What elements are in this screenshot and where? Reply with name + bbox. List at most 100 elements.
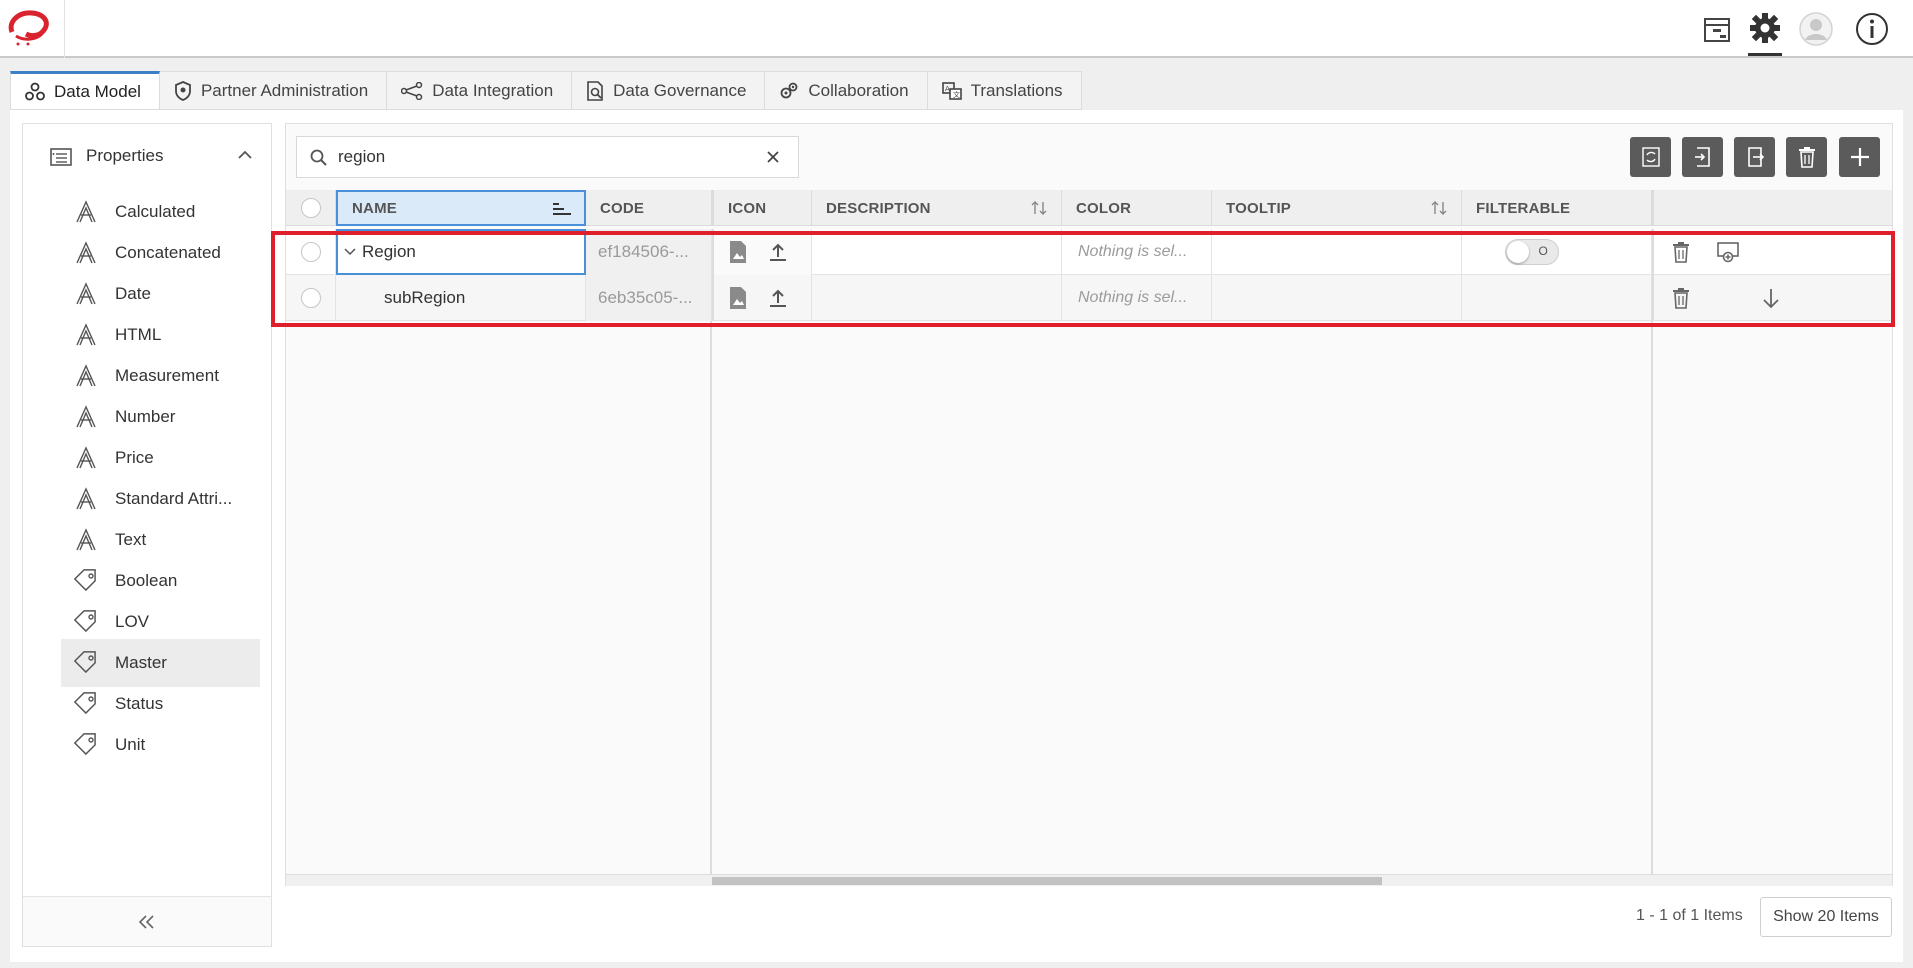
select-all-radio[interactable] bbox=[300, 198, 321, 218]
settings-gear-icon[interactable] bbox=[1748, 10, 1782, 56]
sidebar-item-label: Calculated bbox=[115, 202, 196, 221]
name-cell[interactable]: subRegion bbox=[336, 275, 586, 321]
tab-label: Data Integration bbox=[432, 80, 554, 100]
column-label: CODE bbox=[600, 199, 645, 217]
column-header-icon[interactable]: ICON bbox=[712, 190, 812, 226]
user-avatar-icon[interactable] bbox=[1799, 12, 1833, 46]
refresh-button[interactable] bbox=[1630, 137, 1671, 177]
column-header-code[interactable]: CODE bbox=[586, 190, 712, 226]
column-label: DESCRIPTION bbox=[826, 199, 931, 217]
sort-list-icon[interactable] bbox=[552, 202, 572, 220]
filterable-cell bbox=[1462, 275, 1652, 321]
export-button[interactable] bbox=[1734, 137, 1775, 177]
name-cell[interactable]: Region bbox=[336, 229, 586, 275]
code-cell: ef184506-... bbox=[586, 229, 712, 275]
tab-data-model[interactable]: Data Model bbox=[10, 71, 160, 110]
export-icon bbox=[1747, 147, 1764, 167]
sidebar-item-label: Boolean bbox=[115, 571, 178, 590]
row-select-cell bbox=[286, 275, 336, 321]
sidebar-item-label: Text bbox=[115, 530, 147, 549]
table-row[interactable]: subRegion 6eb35c05-... Nothing is sel... bbox=[286, 275, 1892, 321]
attribute-icon bbox=[73, 281, 99, 307]
column-label: FILTERABLE bbox=[1476, 199, 1571, 217]
tooltip-cell[interactable] bbox=[1212, 229, 1462, 275]
shield-icon bbox=[175, 80, 191, 101]
upload-icon[interactable] bbox=[768, 242, 788, 262]
search-box bbox=[296, 136, 799, 178]
sidebar-item-unit[interactable]: Unit bbox=[61, 721, 260, 769]
delete-row-icon[interactable] bbox=[1672, 287, 1690, 309]
tooltip-cell[interactable] bbox=[1212, 275, 1462, 321]
tag-icon bbox=[73, 609, 99, 635]
row-name: Region bbox=[362, 242, 416, 261]
company-logo[interactable] bbox=[6, 8, 52, 48]
add-child-icon[interactable] bbox=[1716, 241, 1740, 263]
delete-button[interactable] bbox=[1786, 137, 1827, 177]
icon-cell bbox=[712, 229, 812, 275]
properties-header[interactable]: Properties bbox=[23, 134, 273, 180]
clear-search-icon[interactable] bbox=[763, 147, 783, 167]
tab-collaboration[interactable]: Collaboration bbox=[765, 71, 928, 110]
search-input[interactable] bbox=[338, 145, 758, 169]
table-row[interactable]: Region ef184506-... Nothing is sel... O bbox=[286, 229, 1892, 275]
delete-icon bbox=[1798, 147, 1815, 168]
sidebar-item-label: LOV bbox=[115, 612, 150, 631]
select-all-cell bbox=[286, 190, 336, 226]
page-size-button[interactable]: Show 20 Items bbox=[1760, 897, 1892, 937]
import-button[interactable] bbox=[1682, 137, 1723, 177]
description-cell[interactable] bbox=[812, 275, 1062, 321]
actions-cell bbox=[1652, 229, 1892, 275]
description-cell[interactable] bbox=[812, 229, 1062, 275]
chevron-up-icon[interactable] bbox=[236, 146, 254, 169]
column-label: NAME bbox=[352, 199, 397, 217]
attribute-icon bbox=[73, 404, 99, 430]
tab-label: Data Model bbox=[54, 81, 141, 101]
collapse-sidebar-button[interactable] bbox=[23, 896, 271, 946]
divider bbox=[64, 0, 65, 58]
column-label: COLOR bbox=[1076, 199, 1132, 217]
color-select[interactable]: Nothing is sel... bbox=[1062, 229, 1212, 275]
tab-data-integration[interactable]: Data Integration bbox=[387, 71, 573, 110]
actions-cell bbox=[1652, 275, 1892, 321]
column-header-description[interactable]: DESCRIPTION bbox=[812, 190, 1062, 226]
upload-icon[interactable] bbox=[768, 288, 788, 308]
filterable-toggle[interactable]: O bbox=[1504, 239, 1559, 265]
horizontal-scrollbar[interactable] bbox=[286, 874, 1892, 886]
image-file-icon[interactable] bbox=[728, 240, 748, 264]
delete-row-icon[interactable] bbox=[1672, 241, 1690, 263]
chevron-down-icon[interactable] bbox=[342, 244, 358, 260]
sort-arrows-icon[interactable] bbox=[1429, 200, 1449, 220]
search-icon bbox=[310, 149, 328, 172]
pinned-column-divider bbox=[710, 321, 712, 874]
column-header-color[interactable]: COLOR bbox=[1062, 190, 1212, 226]
attribute-icon bbox=[73, 527, 99, 553]
color-select[interactable]: Nothing is sel... bbox=[1062, 275, 1212, 321]
governance-icon bbox=[587, 80, 603, 101]
row-select-radio[interactable] bbox=[300, 288, 321, 308]
tab-partner-administration[interactable]: Partner Administration bbox=[159, 71, 388, 110]
add-button[interactable] bbox=[1839, 137, 1880, 177]
sort-arrows-icon[interactable] bbox=[1029, 200, 1049, 220]
attribute-icon bbox=[73, 445, 99, 471]
column-label: TOOLTIP bbox=[1226, 199, 1292, 217]
scrollbar-thumb[interactable] bbox=[712, 877, 1382, 885]
sidebar-item-label: Measurement bbox=[115, 366, 219, 385]
column-header-filterable[interactable]: FILTERABLE bbox=[1462, 190, 1652, 226]
archive-icon[interactable] bbox=[1700, 12, 1734, 46]
sidebar-item-label: Date bbox=[115, 284, 151, 303]
row-select-radio[interactable] bbox=[300, 242, 321, 262]
column-header-name[interactable]: NAME bbox=[336, 190, 586, 226]
sidebar-item-label: Status bbox=[115, 694, 164, 713]
row-name: subRegion bbox=[384, 288, 466, 307]
refresh-icon bbox=[1641, 147, 1660, 167]
column-header-tooltip[interactable]: TOOLTIP bbox=[1212, 190, 1462, 226]
sidebar-item-label: Standard Attri... bbox=[115, 489, 233, 508]
filterable-cell: O bbox=[1462, 229, 1652, 275]
pagination-summary: 1 - 1 of 1 Items bbox=[1636, 907, 1743, 924]
arrow-down-icon[interactable] bbox=[1760, 287, 1782, 309]
info-icon[interactable] bbox=[1855, 12, 1889, 46]
tab-translations[interactable]: A文 Translations bbox=[927, 71, 1082, 110]
sidebar-item-label: Number bbox=[115, 407, 176, 426]
image-file-icon[interactable] bbox=[728, 286, 748, 310]
tab-data-governance[interactable]: Data Governance bbox=[572, 71, 766, 110]
